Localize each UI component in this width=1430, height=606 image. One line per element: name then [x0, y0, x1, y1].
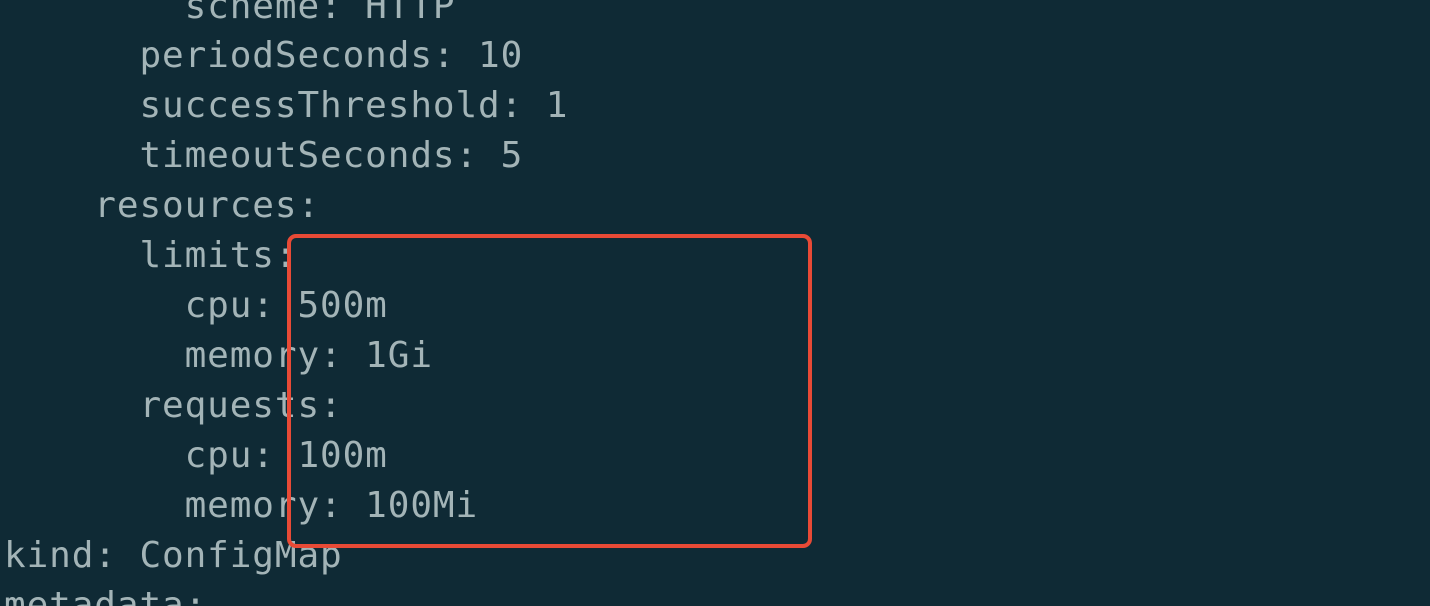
- code-line: timeoutSeconds: 5: [4, 135, 524, 176]
- code-line: successThreshold: 1: [4, 85, 569, 126]
- code-line: memory: 100Mi: [4, 485, 479, 526]
- code-line: cpu: 500m: [4, 285, 388, 326]
- code-line: metadata:: [4, 585, 208, 606]
- code-line: limits:: [4, 235, 298, 276]
- terminal-output: scheme: HTTP periodSeconds: 10 successTh…: [0, 0, 1430, 606]
- code-line: requests:: [4, 385, 343, 426]
- code-line: resources:: [4, 185, 321, 226]
- code-line: cpu: 100m: [4, 435, 388, 476]
- code-line: memory: 1Gi: [4, 335, 433, 376]
- code-line: kind: ConfigMap: [4, 535, 343, 576]
- code-line: periodSeconds: 10: [4, 35, 524, 76]
- code-line: scheme: HTTP: [4, 0, 456, 27]
